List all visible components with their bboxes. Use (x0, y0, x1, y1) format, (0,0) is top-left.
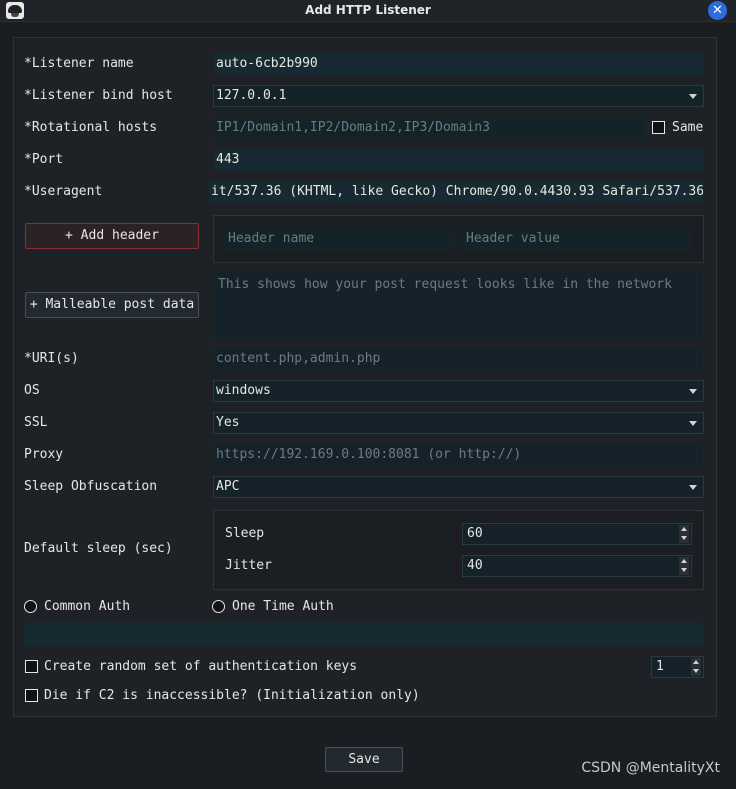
increment-icon[interactable] (691, 658, 701, 667)
auth-token-input[interactable] (24, 622, 704, 646)
proxy-input[interactable]: https://192.169.0.100:8081 (or http://) (213, 444, 704, 466)
chevron-down-icon (689, 389, 697, 394)
same-checkbox[interactable] (652, 121, 665, 134)
title-bar: Add HTTP Listener ✕ (0, 0, 736, 22)
chevron-down-icon (689, 485, 697, 490)
useragent-input[interactable]: it/537.36 (KHTML, like Gecko) Chrome/90.… (208, 181, 704, 203)
useragent-label: *Useragent (24, 184, 103, 199)
jitter-label: Jitter (225, 558, 272, 573)
bind-host-select[interactable]: 127.0.0.1 (213, 85, 704, 107)
jitter-value: 40 (467, 558, 483, 573)
os-label: OS (24, 383, 40, 398)
random-keys-count: 1 (656, 659, 664, 674)
decrement-icon[interactable] (691, 667, 701, 676)
header-value-input[interactable]: Header value (461, 228, 692, 250)
jitter-spinbox[interactable]: 40 (462, 555, 692, 577)
proxy-label: Proxy (24, 447, 64, 462)
increment-icon[interactable] (679, 557, 689, 566)
sleep-obfuscation-select[interactable]: APC (213, 476, 704, 498)
one-time-auth-label: One Time Auth (232, 599, 334, 614)
random-keys-checkbox[interactable] (25, 660, 38, 673)
sleep-value: 60 (467, 526, 483, 541)
decrement-icon[interactable] (679, 534, 689, 543)
ssl-label: SSL (24, 415, 48, 430)
port-input[interactable]: 443 (213, 149, 704, 171)
ssl-value: Yes (216, 415, 240, 430)
header-name-input[interactable]: Header name (223, 228, 454, 250)
os-select[interactable]: windows (213, 380, 704, 402)
random-keys-label: Create random set of authentication keys (44, 659, 358, 674)
random-keys-count-spinbox[interactable]: 1 (651, 656, 704, 678)
rotational-hosts-label: *Rotational hosts (24, 120, 158, 135)
sleep-obfuscation-value: APC (216, 479, 240, 494)
decrement-icon[interactable] (679, 566, 689, 575)
common-auth-radio[interactable] (24, 600, 37, 613)
bind-host-value: 127.0.0.1 (216, 88, 287, 103)
listener-name-input[interactable]: auto-6cb2b990 (213, 53, 704, 75)
same-label: Same (672, 120, 704, 135)
chevron-down-icon (689, 421, 697, 426)
save-button[interactable]: Save (325, 747, 403, 772)
increment-icon[interactable] (679, 525, 689, 534)
add-header-button[interactable]: + Add header (25, 223, 199, 249)
malleable-post-data-textarea[interactable]: This shows how your post request looks l… (213, 271, 704, 339)
sleep-label: Sleep (225, 526, 265, 541)
watermark-text: CSDN @MentalityXt (581, 760, 720, 776)
die-if-inaccessible-label: Die if C2 is inaccessible? (Initializati… (44, 688, 420, 703)
uris-label: *URI(s) (24, 351, 79, 366)
sleep-group (213, 510, 704, 590)
sleep-spinbox[interactable]: 60 (462, 523, 692, 545)
one-time-auth-radio[interactable] (212, 600, 225, 613)
uris-input[interactable]: content.php,admin.php (213, 348, 704, 370)
bind-host-label: *Listener bind host (24, 88, 173, 103)
close-icon[interactable]: ✕ (708, 1, 727, 20)
listener-name-label: *Listener name (24, 56, 134, 71)
default-sleep-label: Default sleep (sec) (24, 541, 173, 556)
ssl-select[interactable]: Yes (213, 412, 704, 434)
die-if-inaccessible-checkbox[interactable] (25, 689, 38, 702)
rotational-hosts-input[interactable]: IP1/Domain1,IP2/Domain2,IP3/Domain3 (213, 117, 645, 139)
os-value: windows (216, 383, 271, 398)
common-auth-label: Common Auth (44, 599, 131, 614)
window-title: Add HTTP Listener (305, 3, 431, 17)
chevron-down-icon (689, 94, 697, 99)
sleep-obfuscation-label: Sleep Obfuscation (24, 479, 158, 494)
port-label: *Port (24, 152, 64, 167)
malleable-post-data-button[interactable]: + Malleable post data (25, 292, 199, 318)
